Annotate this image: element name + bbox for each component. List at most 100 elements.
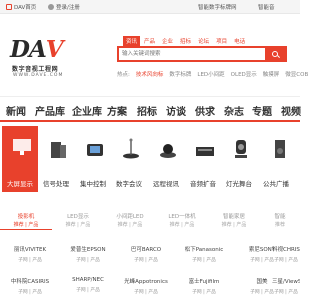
brand-links: 子网 | 产品 — [274, 290, 298, 295]
tab-sub: 推荐 — [274, 222, 285, 228]
stage-light-icon — [235, 140, 247, 158]
tab-label: 智能 — [274, 214, 286, 220]
search-tab-phone[interactable]: 电话 — [231, 36, 248, 46]
signage-link-label: 智能数字标牌网 — [198, 5, 237, 11]
brand-name: 松下Panasonic — [184, 247, 224, 253]
hot-label: 热点: — [117, 72, 130, 78]
hot-keyword[interactable]: LED小间距 — [197, 70, 224, 78]
tab-sub: 推荐 | 产品 — [65, 222, 91, 228]
top-bar: DAV首页 登录/注册 智能数字标牌网 智能音 — [0, 0, 300, 14]
search-tab-companies[interactable]: 企业 — [159, 36, 176, 46]
brand-name: 三星/ViewSonic — [272, 279, 300, 285]
logo-letters-a: DA — [10, 36, 47, 63]
logo-letters: DAV — [10, 36, 64, 63]
nav-supply[interactable]: 供求 — [195, 103, 215, 118]
nav-companies[interactable]: 企业库 — [72, 103, 102, 118]
brand-name: 丽讯VIVITEK — [13, 247, 47, 253]
brand-name: 富士Fujifilm — [188, 279, 220, 285]
search-tab-forum[interactable]: 论坛 — [195, 36, 212, 46]
hot-keyword[interactable]: 数字标牌 — [169, 70, 191, 78]
hot-keyword[interactable]: 技术风向标 — [136, 70, 164, 78]
brand-links: 子网 | 产品 — [76, 258, 100, 263]
nav-magazine[interactable]: 杂志 — [224, 103, 244, 118]
brand-item[interactable]: SHARP/NEC 子网 | 产品 — [58, 277, 118, 293]
brand-item[interactable]: 富士Fujifilm 子网 | 产品 — [174, 277, 234, 295]
nav-news[interactable]: 新闻 — [6, 103, 26, 118]
login-link[interactable]: 登录/注册 — [48, 3, 80, 11]
brand-links: 子网 | 产品 — [18, 258, 42, 263]
brand-links: 子网 | 产品 — [192, 258, 216, 263]
hot-keyword[interactable]: 微显COB — [285, 70, 308, 78]
home-icon — [6, 4, 12, 10]
brand-item[interactable]: 丽讯VIVITEK 子网 | 产品 — [0, 245, 60, 263]
tab-label: 小间距LED — [116, 214, 144, 220]
tab-sub: 推荐 | 产品 — [221, 222, 247, 228]
control-panel-icon — [87, 144, 103, 156]
tab-smart-home[interactable]: 智能家居 推荐 | 产品 — [208, 200, 260, 230]
nav-solutions[interactable]: 方案 — [107, 103, 127, 118]
tab-label: 投影机 — [17, 214, 35, 220]
brand-item[interactable]: 巴可BARCO 子网 | 产品 — [116, 245, 176, 263]
user-icon — [48, 4, 54, 10]
tab-led-all-in-one[interactable]: LED一体机 推荐 | 产品 — [156, 200, 208, 230]
search-input[interactable] — [119, 48, 259, 60]
category-public-broadcast[interactable]: 公共广播 — [258, 126, 294, 192]
main-nav: 新闻 产品库 企业库 方案 招标 访谈 供求 杂志 专题 视频 — [0, 96, 301, 122]
hot-keyword[interactable]: OLED显示 — [231, 70, 257, 78]
home-link-label: DAV首页 — [14, 5, 37, 11]
brand-item[interactable]: 松下Panasonic 子网 | 产品 — [174, 245, 234, 263]
nav-topics[interactable]: 专题 — [252, 103, 272, 118]
site-logo[interactable]: DAV 数字音视工程网 WWW.DAVE.COM — [6, 36, 80, 82]
signal-processor-icon — [51, 142, 66, 158]
tab-projector[interactable]: 投影机 推荐 | 产品 — [0, 200, 52, 230]
search-tab-projects[interactable]: 项目 — [213, 36, 230, 46]
brand-item[interactable]: 中科院CASIRIS 子网 | 产品 — [0, 277, 60, 295]
nav-bids[interactable]: 招标 — [137, 103, 157, 118]
brand-name: 科视CHRISTIE — [272, 247, 300, 253]
search-icon — [272, 51, 278, 57]
brand-links: 子网 | 产品 — [134, 290, 158, 295]
brand-item[interactable]: 爱普生EPSON 子网 | 产品 — [58, 245, 118, 263]
home-link[interactable]: DAV首页 — [6, 3, 36, 11]
brand-item[interactable]: 光峰Appotronics 子网 | 产品 — [116, 277, 176, 295]
tab-led-display[interactable]: LED显示 推荐 | 产品 — [52, 200, 104, 230]
brand-name: 光峰Appotronics — [124, 279, 168, 285]
search-tab-news[interactable]: 资讯 — [123, 36, 141, 46]
brand-item[interactable]: 科视CHRISTIE 子网 | 产品 — [272, 245, 300, 263]
video-camera-icon — [160, 144, 176, 158]
product-tabs: 投影机 推荐 | 产品 LED显示 推荐 | 产品 小间距LED 推荐 | 产品… — [0, 200, 300, 230]
smart-audio-link[interactable]: 智能音 — [258, 3, 275, 11]
audio-mixer-icon — [196, 147, 214, 156]
brand-name: 巴可BARCO — [130, 247, 162, 253]
hot-keyword[interactable]: 触摸屏 — [263, 70, 280, 78]
logo-name: 数字音视工程网 — [12, 66, 59, 73]
tab-label: LED一体机 — [168, 214, 196, 220]
nav-products[interactable]: 产品库 — [35, 103, 65, 118]
tab-sub: 推荐 | 产品 — [169, 222, 195, 228]
tab-sub: 推荐 | 产品 — [117, 222, 143, 228]
search-tab-bids[interactable]: 招标 — [177, 36, 194, 46]
nav-interviews[interactable]: 访谈 — [166, 103, 186, 118]
signage-link[interactable]: 智能数字标牌网 — [198, 3, 237, 11]
search-box — [117, 46, 287, 62]
tab-label: LED显示 — [67, 214, 89, 220]
search-button[interactable] — [265, 48, 285, 60]
brand-item[interactable]: 三星/ViewSonic 子网 | 产品 — [272, 277, 300, 295]
tab-fine-pitch-led[interactable]: 小间距LED 推荐 | 产品 — [104, 200, 156, 230]
login-link-label: 登录/注册 — [56, 5, 80, 11]
brand-name: 爱普生EPSON — [70, 247, 106, 253]
brand-links: 子网 | 产品 — [134, 258, 158, 263]
smart-audio-link-label: 智能音 — [258, 5, 275, 11]
logo-letters-b: V — [45, 36, 64, 63]
display-icon — [13, 139, 31, 155]
nav-videos[interactable]: 视频 — [281, 103, 301, 118]
speaker-icon — [275, 140, 285, 158]
logo-url: WWW.DAVE.COM — [13, 73, 64, 78]
conference-mic-icon — [123, 138, 139, 159]
hot-keywords: 热点: 技术风向标 数字标牌 LED小间距 OLED显示 触摸屏 微显COB — [117, 70, 308, 78]
search-tab-products[interactable]: 产品 — [141, 36, 158, 46]
category-label: 公共广播 — [263, 180, 289, 188]
tab-smart[interactable]: 智能 推荐 — [260, 200, 300, 230]
category-icons: 大屏显示 信号处理 集中控制 数字会议 远程视讯 音频扩音 灯光舞台 公共广播 — [0, 126, 300, 192]
tab-sub: 推荐 | 产品 — [13, 222, 39, 228]
